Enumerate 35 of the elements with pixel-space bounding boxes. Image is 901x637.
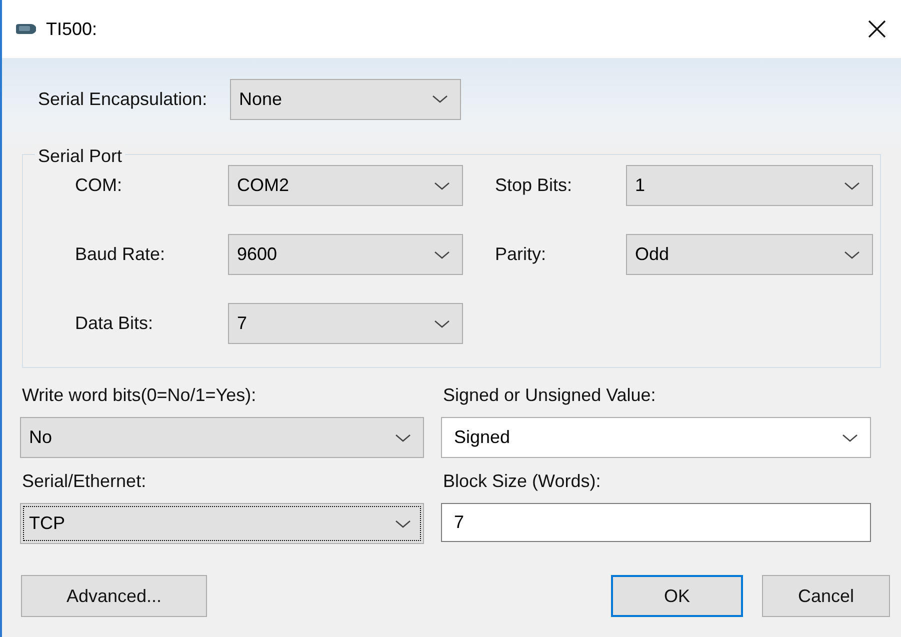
window-title: TI500: — [46, 18, 98, 40]
field-label: Stop Bits: — [495, 174, 574, 197]
field-label: Baud Rate: — [75, 243, 166, 266]
chevron-down-icon — [395, 518, 411, 528]
field-label: Data Bits: — [75, 312, 154, 335]
chevron-down-icon — [844, 180, 860, 190]
chevron-down-icon — [842, 432, 858, 442]
dropdown[interactable]: 9600 — [228, 234, 463, 275]
dropdown[interactable]: No — [20, 417, 424, 458]
field-label: Serial Encapsulation: — [38, 88, 208, 111]
advanced-button[interactable]: Advanced... — [21, 575, 207, 617]
chevron-down-icon — [432, 94, 448, 104]
dropdown[interactable]: Odd — [626, 234, 873, 275]
combo-box[interactable]: Signed — [441, 417, 871, 458]
chevron-down-icon — [434, 318, 450, 328]
field-label: Block Size (Words): — [443, 470, 602, 493]
chevron-down-icon — [844, 250, 860, 260]
dropdown[interactable]: 7 — [228, 303, 463, 344]
dropdown[interactable]: 1 — [626, 165, 873, 206]
dropdown[interactable]: COM2 — [228, 165, 463, 206]
dropdown[interactable]: None — [230, 78, 461, 120]
cancel-button[interactable]: Cancel — [762, 575, 890, 617]
field-label: Write word bits(0=No/1=Yes): — [22, 384, 258, 407]
input-field[interactable]: 7 — [441, 503, 871, 542]
close-icon[interactable] — [867, 19, 887, 39]
chevron-down-icon — [434, 180, 450, 190]
connector-icon — [14, 22, 38, 36]
dropdown[interactable]: TCP — [20, 503, 424, 544]
field-label: Serial/Ethernet: — [22, 470, 148, 493]
field-label: COM: — [75, 174, 123, 197]
ok-button[interactable]: OK — [611, 575, 743, 617]
chevron-down-icon — [434, 250, 450, 260]
field-label: Signed or Unsigned Value: — [443, 384, 657, 407]
chevron-down-icon — [395, 432, 411, 442]
field-label: Parity: — [495, 243, 548, 266]
